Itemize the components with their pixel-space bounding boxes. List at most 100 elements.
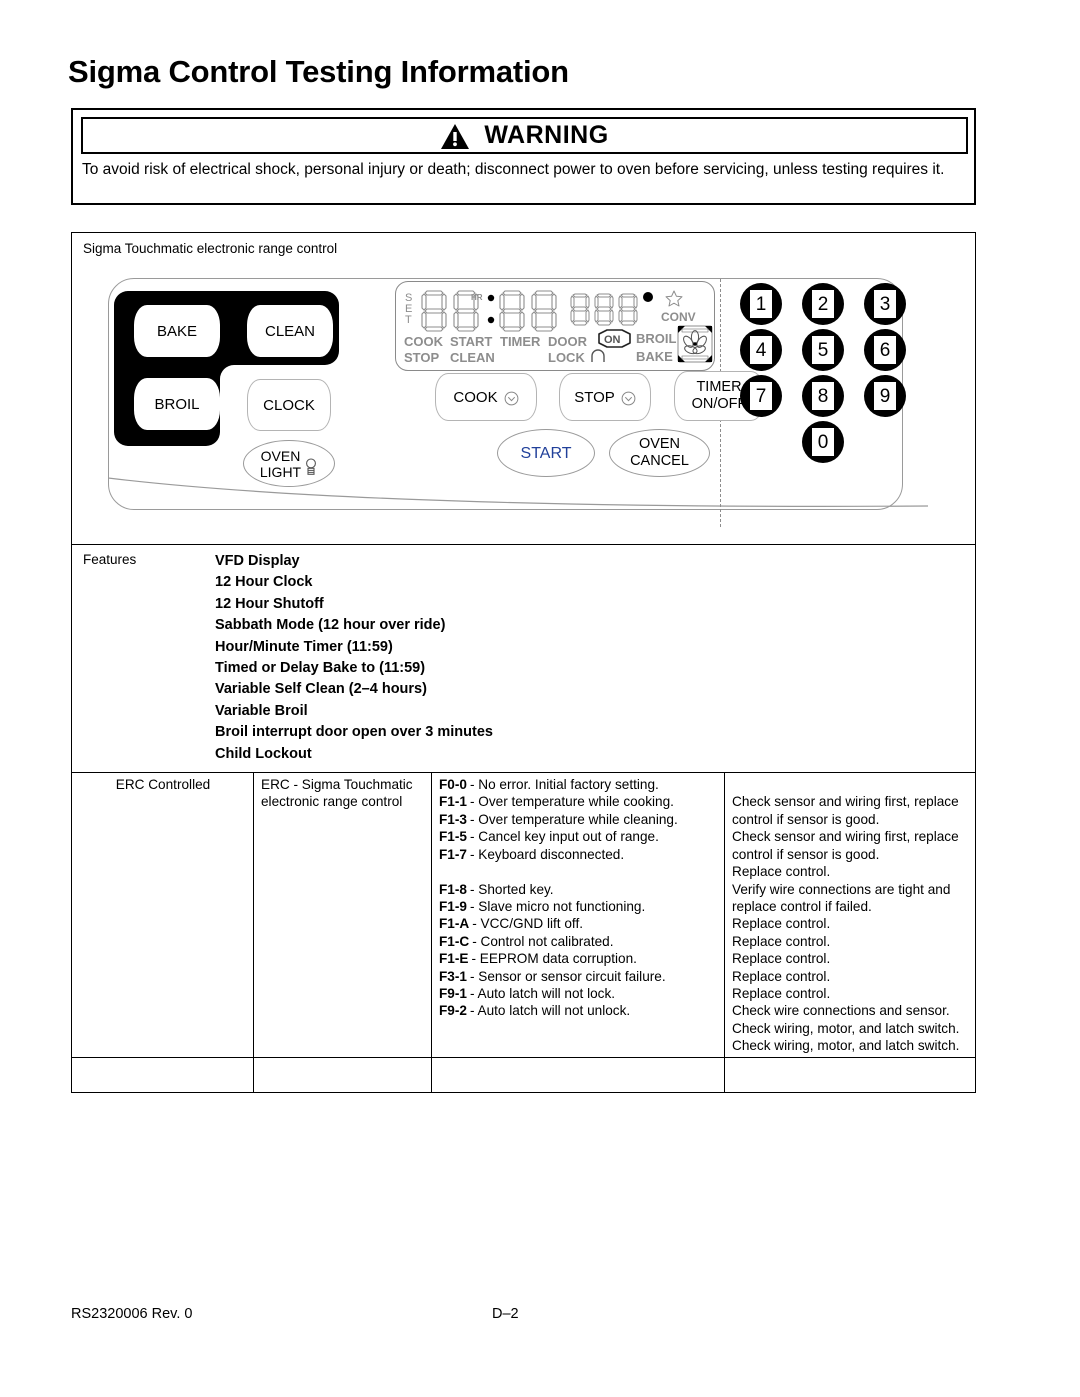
error-code-desc: VCC/GND lift off. (480, 916, 584, 932)
features-list: VFD Display 12 Hour Clock 12 Hour Shutof… (72, 551, 975, 765)
key-oven-light[interactable]: OVEN LIGHT (243, 440, 335, 487)
remedy-text: Check wire connections and sensor. (732, 1003, 950, 1019)
key-start[interactable]: START (497, 429, 595, 477)
error-code-desc: No error. Initial factory setting. (478, 777, 659, 793)
numkey-4[interactable]: 4 (740, 329, 782, 371)
error-code-entry: F1-3- Over temperature while cleaning. (439, 811, 678, 827)
key-cook[interactable]: COOK (435, 373, 537, 421)
key-stop[interactable]: STOP (559, 373, 651, 421)
numkey-7[interactable]: 7 (740, 375, 782, 417)
control-panel-illustration: Sigma Touchmatic electronic range contro… (72, 233, 975, 545)
feature-item: 12 Hour Clock (215, 574, 313, 591)
warning-body-text: To avoid risk of electrical shock, perso… (82, 161, 945, 178)
svg-text:CONV: CONV (661, 310, 696, 324)
feature-item: Broil interrupt door open over 3 minutes (215, 724, 493, 741)
remedy-text: Replace control. (732, 864, 831, 880)
svg-text:COOK: COOK (404, 334, 444, 349)
error-code-desc: Over temperature while cooking. (478, 794, 674, 810)
numeric-keypad: 1 2 3 4 5 6 7 8 9 0 (740, 283, 930, 503)
error-code-desc: Auto latch will not unlock. (477, 1003, 631, 1019)
warning-heading: WARNING (484, 121, 609, 149)
key-cook-label: COOK (453, 388, 498, 406)
feature-item: Child Lockout (215, 745, 312, 762)
feature-item: VFD Display (215, 553, 300, 569)
light-bulb-icon (304, 457, 318, 476)
error-code-entry: F9-1- Auto latch will not lock. (439, 985, 616, 1001)
cell-empty (724, 1056, 975, 1092)
clock-icon (504, 391, 519, 406)
error-code-entry: F1-5- Cancel key input out of range. (439, 829, 659, 845)
numkey-3[interactable]: 3 (864, 283, 906, 325)
error-code-desc: Auto latch will not lock. (477, 985, 616, 1001)
error-code-id: F1-7 (439, 846, 467, 862)
numkey-0[interactable]: 0 (802, 421, 844, 463)
numkey-9[interactable]: 9 (864, 375, 906, 417)
error-code-id: F0-0 (439, 777, 467, 793)
remedy-text: Replace control. (732, 933, 831, 949)
error-code-id: F1-5 (439, 829, 467, 845)
numkey-8-label: 8 (812, 382, 834, 410)
features-section: Features VFD Display 12 Hour Clock 12 Ho… (72, 545, 975, 774)
svg-text:STOP: STOP (404, 350, 439, 365)
key-broil[interactable]: BROIL (134, 378, 220, 430)
numkey-0-label: 0 (812, 428, 834, 456)
error-code-desc: Control not calibrated. (480, 933, 614, 949)
error-code-entry: F0-0- No error. Initial factory setting. (439, 777, 659, 793)
key-clock[interactable]: CLOCK (247, 379, 331, 431)
numkey-5-label: 5 (812, 336, 834, 364)
key-oven-cancel[interactable]: OVEN CANCEL (609, 429, 710, 477)
svg-text:HR: HR (471, 293, 483, 302)
key-bake-label: BAKE (156, 322, 198, 340)
numkey-8[interactable]: 8 (802, 375, 844, 417)
numkey-7-label: 7 (750, 382, 772, 410)
numkey-6[interactable]: 6 (864, 329, 906, 371)
feature-item: Timed or Delay Bake to (11:59) (215, 660, 426, 677)
numkey-2-label: 2 (812, 290, 834, 318)
cell-error-codes: F0-0- No error. Initial factory setting.… (431, 773, 725, 1058)
error-code-desc: EEPROM data corruption. (479, 951, 637, 967)
key-oven-light-label-line2: LIGHT (259, 463, 302, 480)
error-code-desc: Sensor or sensor circuit failure. (478, 968, 666, 984)
page-title: Sigma Control Testing Information (68, 54, 569, 89)
key-oven-cancel-label-line1: OVEN (638, 436, 681, 452)
key-timer-label-line2: ON/OFF (691, 396, 747, 412)
numkey-2[interactable]: 2 (802, 283, 844, 325)
svg-text:T: T (405, 314, 412, 326)
feature-item: Variable Self Clean (2–4 hours) (215, 681, 427, 698)
numkey-9-label: 9 (874, 382, 896, 410)
numkey-5[interactable]: 5 (802, 329, 844, 371)
warning-triangle-icon (440, 123, 470, 150)
remedy-text: Replace control. (732, 985, 831, 1001)
clock-icon (621, 391, 636, 406)
remedy-text: Check wiring, motor, and latch switch. (732, 1020, 960, 1036)
feature-item: 12 Hour Shutoff (215, 595, 324, 612)
vfd-display: S E T HR CONV COOK START TIMER DOOR STOP… (395, 281, 715, 371)
numkey-1[interactable]: 1 (740, 283, 782, 325)
error-code-id: F1-E (439, 951, 469, 967)
error-code-id: F1-3 (439, 811, 467, 827)
error-code-desc: Over temperature while cleaning. (478, 811, 678, 827)
remedy-text: Check sensor and wiring first, replace c… (732, 829, 959, 862)
cell-control-name: ERC - Sigma Touchmatic electronic range … (253, 773, 432, 1058)
key-clock-label: CLOCK (263, 396, 315, 414)
svg-text:ON: ON (604, 334, 621, 346)
key-start-label: START (520, 444, 572, 462)
error-code-entry: F1-8- Shorted key. (439, 881, 554, 897)
main-content-table: Sigma Touchmatic electronic range contro… (71, 232, 976, 1093)
panel-caption: Sigma Touchmatic electronic range contro… (83, 241, 338, 256)
key-broil-label: BROIL (154, 395, 200, 413)
svg-text:TIMER: TIMER (500, 334, 541, 349)
key-stop-label: STOP (574, 388, 615, 406)
key-bake[interactable]: BAKE (134, 305, 220, 357)
error-code-entry: F1-1- Over temperature while cooking. (439, 794, 674, 810)
error-code-entry: F1-A - VCC/GND lift off. (439, 916, 584, 932)
remedy-text: Check wiring, motor, and latch switch. (732, 1038, 960, 1054)
table-row-empty (72, 1056, 975, 1092)
key-timer-label-line1: TIMER (696, 379, 742, 395)
warning-banner: WARNING (81, 117, 968, 154)
error-code-desc: Cancel key input out of range. (478, 829, 659, 845)
key-clean[interactable]: CLEAN (247, 305, 333, 357)
error-code-entry: F1-7- Keyboard disconnected. (439, 846, 625, 862)
error-code-id: F3-1 (439, 968, 467, 984)
warning-box: WARNING To avoid risk of electrical shoc… (71, 108, 976, 205)
